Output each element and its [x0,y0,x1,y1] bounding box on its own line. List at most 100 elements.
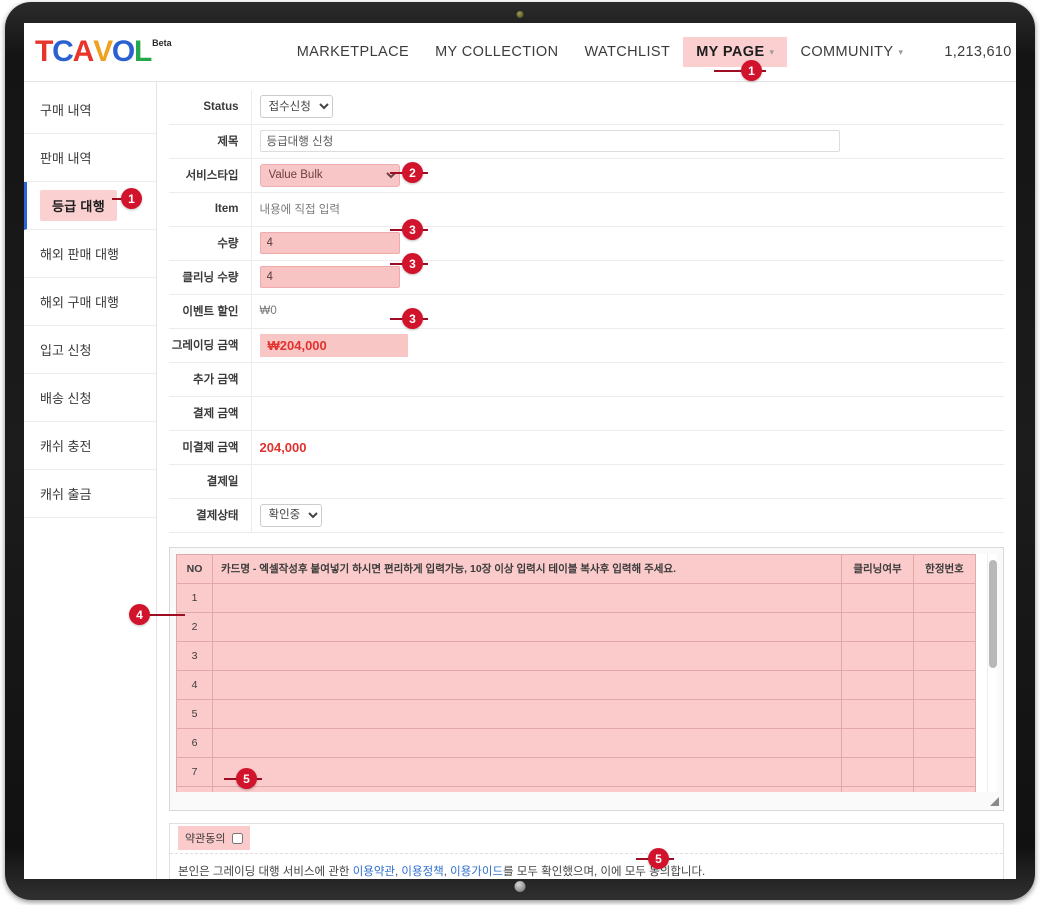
nav-label: MY COLLECTION [435,44,559,60]
cell-limited-no[interactable] [913,698,976,729]
cash-balance: 1,213,610 CASH [944,44,1016,60]
cleaning-quantity-input[interactable] [259,266,400,288]
terms-of-use-link[interactable]: 이용약관 [353,866,395,878]
quantity-input[interactable] [259,232,400,254]
sidebar-item-cash-withdraw[interactable]: 캐쉬 출금 [24,470,156,518]
callout-badge-4: 4 [129,604,150,625]
nav-item-my-collection[interactable]: MY COLLECTION [422,37,571,67]
use-policy-link[interactable]: 이용정책 [401,866,443,878]
logo-letter-o: O [111,35,135,68]
cell-limited-no[interactable] [913,611,976,642]
cell-limited-no[interactable] [913,640,976,671]
cell-cleaning[interactable] [841,727,914,758]
callout-badge-5-agreement: 5 [236,768,257,789]
agreement-checkbox-row: 약관동의 [170,824,1003,854]
card-list-panel: NO 카드명 - 엑셀작성후 붙여넣기 하시면 편리하게 입력가능, 10장 이… [169,546,1004,811]
table-row[interactable]: 8 [176,785,976,792]
table-row[interactable]: 7 [176,756,976,787]
cell-card-name[interactable] [212,756,842,787]
cell-limited-no[interactable] [913,669,976,700]
cell-no: 5 [176,698,213,729]
cell-cleaning[interactable] [841,698,914,729]
nav-item-community[interactable]: COMMUNITY ▾ [787,37,916,67]
grading-amount-value: ₩204,000 [259,333,408,357]
sidebar-item-overseas-purchase-agency[interactable]: 해외 구매 대행 [24,278,156,326]
cell-card-name[interactable] [212,640,842,671]
cell-cleaning[interactable] [841,582,914,613]
col-header-cleaning: 클리닝여부 [841,553,914,584]
cell-no: 8 [176,785,213,792]
cell-card-name[interactable] [212,698,842,729]
sidebar-item-shipping-request[interactable]: 배송 신청 [24,374,156,422]
page-body: 구매 내역 판매 내역 등급 대행 해외 판매 대행 해외 구매 대행 입고 신… [24,81,1016,879]
table-row[interactable]: 5 [176,698,976,729]
form-row-cleaning-quantity: 클리닝 수량 [169,260,1004,295]
cell-card-name[interactable] [212,785,842,792]
sidebar-item-label: 입고 신청 [40,343,92,358]
sidebar-item-overseas-sales-agency[interactable]: 해외 판매 대행 [24,230,156,278]
cell-card-name[interactable] [212,669,842,700]
table-header-row: NO 카드명 - 엑셀작성후 붙여넣기 하시면 편리하게 입력가능, 10장 이… [176,553,976,584]
cell-cleaning[interactable] [841,756,914,787]
callout-badge-2: 2 [402,162,423,183]
cell-limited-no[interactable] [913,727,976,758]
agreement-checkbox[interactable] [232,832,244,844]
cell-limited-no[interactable] [913,582,976,613]
service-type-select[interactable]: Value Bulk [259,163,400,187]
cell-cleaning[interactable] [841,640,914,671]
cell-card-name[interactable] [212,727,842,758]
use-guide-link[interactable]: 이용가이드 [450,866,503,878]
camera-icon [516,11,524,18]
nav-item-watchlist[interactable]: WATCHLIST [571,37,683,67]
cell-limited-no[interactable] [913,756,976,787]
event-discount-value: ₩0 [259,305,277,317]
main-content: Status 접수신청 제목 서비스타 [156,82,1016,879]
label-payment-status: 결제상태 [169,498,252,533]
sidebar-item-sales-history[interactable]: 판매 내역 [24,134,156,182]
table-row[interactable]: 2 [176,611,976,642]
cell-cleaning[interactable] [841,669,914,700]
col-header-limited-no: 한정번호 [913,553,976,584]
nav-item-marketplace[interactable]: MARKETPLACE [284,37,422,67]
status-select[interactable]: 접수신청 [259,95,333,119]
form-row-payment-date: 결제일 [169,464,1004,499]
payment-status-select[interactable]: 확인중 [259,503,322,527]
callout-badge-1-nav: 1 [741,60,762,81]
sidebar-item-cash-charge[interactable]: 캐쉬 충전 [24,422,156,470]
cell-cleaning[interactable] [841,611,914,642]
card-list-scroll-area[interactable]: NO 카드명 - 엑셀작성후 붙여넣기 하시면 편리하게 입력가능, 10장 이… [176,553,997,792]
home-button[interactable] [514,881,526,892]
table-row[interactable]: 1 [176,582,976,613]
cell-cleaning[interactable] [841,785,914,792]
sidebar-item-warehouse-request[interactable]: 입고 신청 [24,326,156,374]
form-row-paid-amount: 결제 금액 [169,396,1004,431]
col-header-card-name: 카드명 - 엑셀작성후 붙여넣기 하시면 편리하게 입력가능, 10장 이상 입… [212,553,842,584]
logo-letter-t: T [35,35,53,68]
scrollbar-thumb[interactable] [989,559,997,668]
title-input[interactable] [259,130,840,152]
cell-no: 1 [176,582,213,613]
sidebar-item-label: 해외 판매 대행 [40,247,119,262]
nav-item-my-page[interactable]: MY PAGE ▾ [683,37,788,67]
cell-limited-no[interactable] [913,785,976,792]
sidebar-item-purchase-history[interactable]: 구매 내역 [24,86,156,134]
label-unpaid-amount: 미결제 금액 [169,430,252,465]
table-row[interactable]: 6 [176,727,976,758]
brand-logo[interactable]: T C A V O L Beta [30,37,172,67]
label-grading-amount: 그레이딩 금액 [169,328,252,363]
table-vertical-scrollbar[interactable] [987,553,997,792]
chevron-down-icon: ▾ [898,46,904,57]
label-service-type: 서비스타입 [169,158,252,193]
table-row[interactable]: 4 [176,669,976,700]
logo-letter-v: V [93,35,113,68]
chevron-down-icon: ▾ [769,46,775,57]
cell-card-name[interactable] [212,611,842,642]
sidebar-item-label: 배송 신청 [40,391,92,406]
agreement-checkbox-chip[interactable]: 약관동의 [178,826,251,850]
table-row[interactable]: 3 [176,640,976,671]
nav-label: WATCHLIST [584,44,671,60]
beta-tag: Beta [152,38,172,48]
resize-handle-icon[interactable] [990,796,999,806]
agreement-text: 본인은 그레이딩 대행 서비스에 관한 이용약관, 이용정책, 이용가이드를 모… [170,854,1003,880]
cell-card-name[interactable] [212,582,842,613]
